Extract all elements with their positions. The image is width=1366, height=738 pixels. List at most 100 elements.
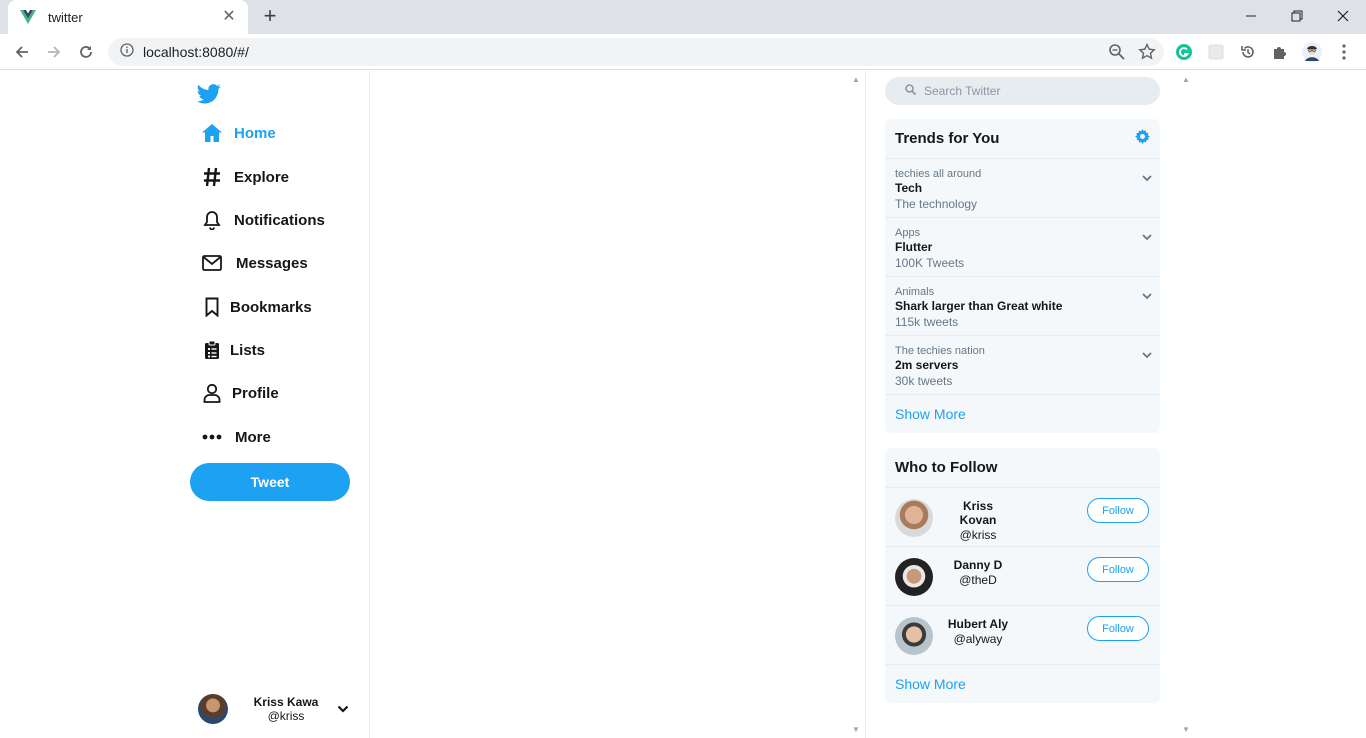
avatar[interactable] (895, 499, 933, 537)
nav-notifications[interactable]: Notifications (200, 205, 325, 235)
trend-item[interactable]: techies all around Tech The technology (885, 159, 1160, 218)
nav-label: More (235, 428, 271, 446)
chevron-down-icon[interactable] (1142, 346, 1152, 364)
trend-item[interactable]: Animals Shark larger than Great white 11… (885, 277, 1160, 336)
scroll-up-icon[interactable]: ▲ (1182, 75, 1190, 84)
twitter-logo-icon[interactable] (197, 84, 221, 108)
nav-home[interactable]: Home (200, 118, 276, 148)
tweet-button[interactable]: Tweet (190, 463, 350, 501)
trends-panel: Trends for You techies all around Tech T… (885, 119, 1160, 433)
search-input[interactable] (924, 84, 1144, 98)
nav-label: Explore (234, 168, 290, 186)
follow-button[interactable]: Follow (1087, 557, 1149, 582)
follow-button[interactable]: Follow (1087, 616, 1149, 641)
chevron-down-icon[interactable] (1142, 287, 1152, 305)
nav-more[interactable]: More (200, 422, 271, 452)
extensions-puzzle-icon[interactable] (1270, 42, 1290, 62)
nav-lists[interactable]: Lists (200, 335, 265, 365)
trend-category: The techies nation (895, 345, 985, 357)
trend-count: 100K Tweets (895, 256, 965, 270)
nav-label: Notifications (234, 211, 325, 229)
nav-messages[interactable]: Messages (200, 248, 308, 278)
page: Home Explore Notifications Messages Book… (0, 71, 1366, 738)
trends-show-more-link[interactable]: Show More (885, 395, 1160, 433)
avatar[interactable] (895, 558, 933, 596)
url-text: localhost:8080/#/ (143, 44, 249, 60)
nav-profile[interactable]: Profile (200, 378, 279, 408)
search-icon (905, 82, 917, 100)
close-window-icon[interactable] (1320, 0, 1366, 32)
nav-label: Messages (236, 254, 308, 272)
avatar[interactable] (895, 617, 933, 655)
chevron-down-icon[interactable] (337, 700, 349, 718)
search-box[interactable] (885, 77, 1160, 105)
follow-suggestion: Danny D @theD Follow (885, 547, 1160, 606)
mail-icon (200, 251, 224, 275)
star-icon[interactable] (1138, 42, 1156, 66)
nav-label: Profile (232, 384, 279, 402)
follow-handle: @theD (959, 573, 997, 587)
forward-icon[interactable] (42, 41, 66, 63)
scroll-down-icon[interactable]: ▼ (852, 725, 860, 734)
vue-logo-icon (20, 9, 36, 25)
browser-toolbar: localhost:8080/#/ (0, 34, 1366, 70)
trends-title: Trends for You (895, 130, 1000, 147)
nav-label: Home (234, 124, 276, 142)
trend-item[interactable]: Apps Flutter 100K Tweets (885, 218, 1160, 277)
profile-avatar-icon[interactable] (1302, 42, 1322, 62)
left-sidebar: Home Explore Notifications Messages Book… (190, 71, 370, 738)
chevron-down-icon[interactable] (1142, 169, 1152, 187)
history-icon[interactable] (1238, 42, 1258, 62)
grammarly-icon[interactable] (1174, 42, 1194, 62)
trend-category: Animals (895, 286, 935, 298)
restore-icon[interactable] (1274, 0, 1320, 32)
follow-handle: @kriss (959, 528, 997, 542)
main-feed (370, 71, 848, 738)
scroll-up-icon[interactable]: ▲ (852, 75, 860, 84)
browser-tab[interactable]: twitter ✕ (8, 0, 248, 34)
extension-placeholder-icon[interactable] (1206, 42, 1226, 62)
zoom-icon[interactable] (1108, 43, 1126, 66)
account-switcher[interactable]: Kriss Kawa @kriss (198, 693, 350, 725)
follow-suggestion: Hubert Aly @alyway Follow (885, 606, 1160, 665)
feed-scrollbar[interactable]: ▲ ▼ (848, 71, 864, 738)
reload-icon[interactable] (74, 41, 98, 63)
nav-explore[interactable]: Explore (200, 162, 289, 192)
scroll-down-icon[interactable]: ▼ (1182, 725, 1190, 734)
trend-count: The technology (895, 197, 978, 211)
follow-name[interactable]: Kriss Kovan (945, 499, 1011, 527)
address-bar[interactable]: localhost:8080/#/ (108, 38, 1164, 66)
info-icon[interactable] (120, 42, 134, 62)
chevron-down-icon[interactable] (1142, 228, 1152, 246)
trend-topic: Flutter (895, 240, 933, 254)
nav-label: Lists (230, 341, 266, 359)
avatar (198, 694, 228, 724)
trend-topic: 2m servers (895, 358, 959, 372)
home-icon (200, 121, 224, 145)
minimize-icon[interactable] (1228, 0, 1274, 32)
follow-button[interactable]: Follow (1087, 498, 1149, 523)
follow-show-more-link[interactable]: Show More (885, 665, 1160, 703)
close-tab-icon[interactable]: ✕ (220, 8, 238, 26)
trend-topic: Shark larger than Great white (895, 299, 1063, 313)
right-sidebar: Trends for You techies all around Tech T… (865, 71, 1195, 738)
tab-title: twitter (48, 9, 83, 25)
who-to-follow-panel: Who to Follow Kriss Kovan @kriss Follow … (885, 448, 1160, 703)
page-scrollbar[interactable]: ▲ ▼ (1178, 71, 1194, 738)
trend-item[interactable]: The techies nation 2m servers 30k tweets (885, 336, 1160, 395)
nav-bookmarks[interactable]: Bookmarks (200, 292, 312, 322)
follow-name[interactable]: Hubert Aly (945, 617, 1011, 631)
bookmark-icon (200, 295, 224, 319)
clipboard-icon (200, 338, 224, 362)
follow-suggestion: Kriss Kovan @kriss Follow (885, 488, 1160, 547)
gear-icon[interactable] (1135, 128, 1150, 149)
back-icon[interactable] (10, 41, 34, 63)
browser-menu-icon[interactable] (1334, 42, 1354, 62)
follow-name[interactable]: Danny D (945, 558, 1011, 572)
trend-category: techies all around (895, 168, 982, 180)
bell-icon (200, 208, 224, 232)
new-tab-icon[interactable]: + (258, 5, 282, 28)
account-handle: @kriss (267, 709, 305, 723)
browser-tabstrip: twitter ✕ + (0, 0, 1366, 34)
dots-icon (200, 425, 224, 449)
